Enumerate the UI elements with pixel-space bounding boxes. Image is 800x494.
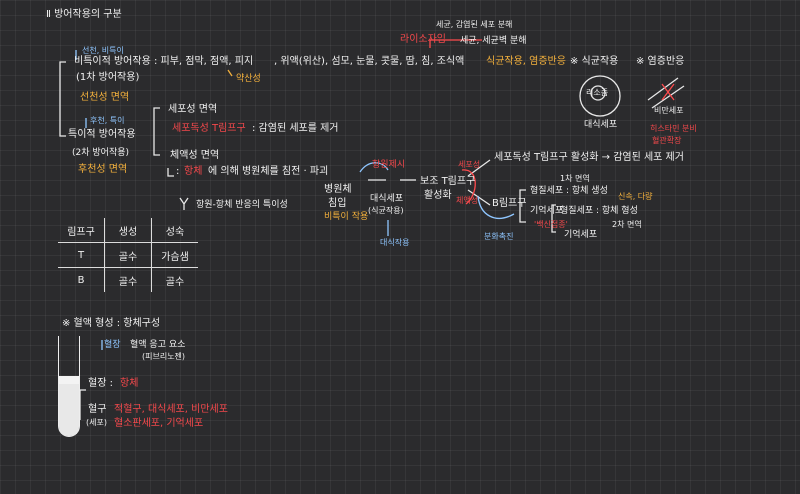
serum-label: 혈장 : (88, 378, 113, 389)
acquired-immunity: 후천성 면역 (78, 164, 128, 175)
phagocytosis-label: ※ 식균작용 (570, 56, 619, 67)
table-cell: 가슴샘 (151, 242, 198, 268)
nonspecific-second-line: , 위액(위산), 섬모, 눈물, 콧물, 땀, 침, 조식액 (274, 56, 465, 67)
plasma-detail: 혈액 응고 요소 (130, 340, 186, 350)
lysozyme-note: 세균, 감염된 세포 분해 (436, 20, 513, 29)
differentiation-note: 분화촉진 (484, 232, 514, 241)
cytotoxic-action: 세포독성 T림프구 활성화 → 감염된 세포 제거 (494, 152, 684, 163)
cellular-tag: 세포성 (458, 160, 481, 169)
humoral-immunity: 체액성 면역 (170, 150, 220, 161)
table-cell: 골수 (104, 242, 152, 268)
vaccine-note: '백신접종' (534, 220, 568, 229)
mast-cell-label: 비만세포 (654, 106, 684, 115)
memory-plasma: 형질세포 : 항체 형성 (560, 206, 638, 216)
antibody-red: 항체 (184, 166, 203, 177)
serum-antibody: 항체 (120, 378, 139, 389)
lysozyme-desc: 세균, 세균벽 분해 (460, 36, 527, 46)
nonspecific-tag: 비특이 작용 (324, 212, 369, 222)
antibody-line: 항원-항체 반응의 특이성 (196, 200, 288, 210)
macrophage-label: 대식세포 (584, 120, 618, 130)
plasma-sub: (피브리노젠) (142, 352, 186, 361)
cells-list-1: 적혈구, 대식세포, 비만세포 (114, 404, 228, 415)
specific-sub: (2차 방어작용) (72, 148, 130, 158)
lymphocyte-table: 림프구 생성 성숙 T 골수 가슴샘 B 골수 골수 (58, 218, 198, 292)
specific-note: 후천, 특이 (90, 116, 125, 125)
nonspecific-note: 선천, 비특이 (82, 46, 124, 55)
nonspecific-title: 비특이적 방어작용 : 피부, 점막, 점액, 피지 (74, 56, 254, 67)
table-header-row: 림프구 생성 성숙 (58, 218, 198, 243)
lysosome-label: 리소좀 (586, 88, 609, 97)
memory-cell: 기억세포 (530, 206, 564, 216)
fast-note: 신속, 다량 (618, 192, 653, 201)
second-response: 2차 면역 (612, 220, 642, 229)
table-header: 림프구 (58, 218, 105, 243)
histamine-label: 히스타민 분비 (650, 124, 697, 133)
nonspecific-result: 식균작용, 염증반응 (486, 56, 566, 67)
acid-note: 약산성 (236, 74, 261, 84)
antigen-presentation: 항원제시 (372, 160, 406, 170)
blood-title: ※ 혈액 형성 : 항체구성 (62, 318, 161, 329)
vasodilation-label: 혈관확장 (652, 136, 682, 145)
innate-immunity: 선천성 면역 (80, 92, 130, 103)
table-header: 생성 (104, 218, 152, 243)
plasma-label: 혈장 (104, 340, 121, 350)
humoral-detail: 에 의해 병원체를 침전 · 파괴 (208, 166, 329, 177)
cells-label: 혈구 (88, 404, 107, 415)
table-row: B 골수 골수 (58, 267, 198, 292)
humoral-prefix: : (176, 166, 180, 177)
flow-macrophage: 대식세포 (370, 194, 404, 204)
helper-t: 보조 T림프구 (420, 176, 476, 187)
nonspecific-sub: (1차 방어작용) (76, 72, 140, 83)
plasma-cell: 형질세포 : 항체 생성 (530, 186, 608, 196)
table-cell: 골수 (165, 276, 185, 288)
helper-t-activation: 활성화 (424, 190, 452, 201)
first-response: 1차 면역 (560, 174, 590, 183)
table-cell: T (58, 242, 105, 268)
inflammation-label: ※ 염증반응 (636, 56, 685, 67)
cellular-immunity: 세포성 면역 (168, 104, 218, 115)
pathogen-line1: 병원체 (324, 184, 352, 195)
b-cell: B림프구 (492, 198, 527, 209)
flow-macrophage-bottom: 대식작용 (380, 238, 410, 247)
table-cell: 골수 (104, 267, 152, 292)
humoral-tag: 체액성 (456, 196, 479, 205)
table-cell: B (58, 267, 105, 292)
cells-list-2: 혈소판세포, 기억세포 (114, 418, 204, 429)
cellular-detail: : 감염된 세포를 제거 (252, 123, 339, 134)
cells-sub: (세포) (86, 418, 107, 427)
specific-title: 특이적 방어작용 (68, 129, 136, 140)
table-header: 성숙 (151, 218, 198, 243)
pathogen-line2: 침입 (328, 198, 347, 209)
test-tube-icon (58, 336, 80, 437)
flow-macrophage-sub: (식균작용) (368, 206, 404, 215)
table-row: T 골수 가슴샘 (58, 242, 198, 268)
lysozyme: 라이소자임 (400, 34, 446, 45)
page-title: Ⅱ 방어작용의 구분 (46, 9, 122, 20)
memory-cell-2: 기억세포 (564, 230, 598, 240)
cytotoxic-t: 세포독성 T림프구 (172, 123, 246, 134)
